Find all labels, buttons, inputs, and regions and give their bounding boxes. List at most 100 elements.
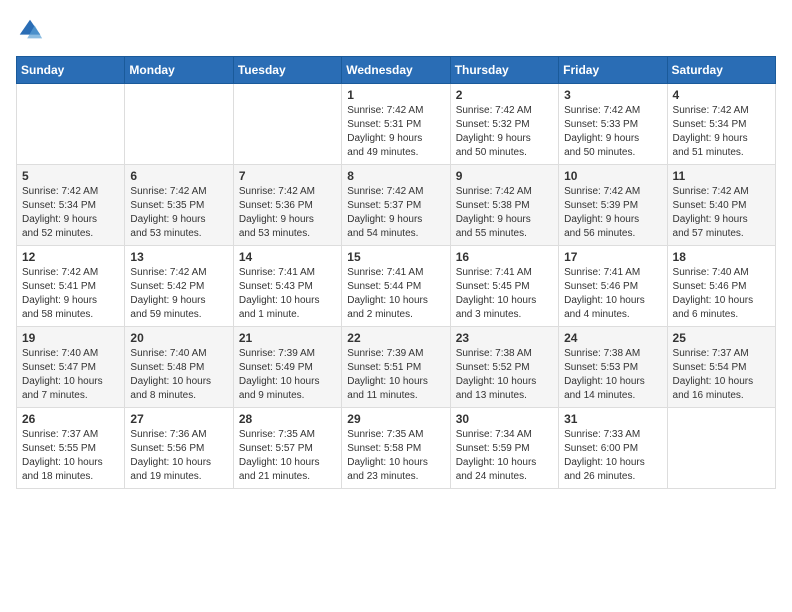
calendar-week-row: 1 Sunrise: 7:42 AM Sunset: 5:31 PM Daylig… (17, 84, 776, 165)
day-number: 10 (564, 169, 661, 183)
day-info: Sunrise: 7:41 AM Sunset: 5:46 PM Dayligh… (564, 266, 661, 322)
day-info: Sunrise: 7:39 AM Sunset: 5:49 PM Dayligh… (239, 347, 336, 403)
calendar-week-row: 26 Sunrise: 7:37 AM Sunset: 5:55 PM Dayli… (17, 408, 776, 489)
calendar-cell: 18 Sunrise: 7:40 AM Sunset: 5:46 PM Dayli… (667, 246, 775, 327)
calendar-cell: 28 Sunrise: 7:35 AM Sunset: 5:57 PM Dayli… (233, 408, 341, 489)
calendar-cell: 22Sunrise: 7:39 AM Sunset: 5:51 PM Dayli… (342, 327, 450, 408)
calendar-cell (125, 84, 233, 165)
calendar-cell: 25Sunrise: 7:37 AM Sunset: 5:54 PM Dayli… (667, 327, 775, 408)
day-info: Sunrise: 7:42 AM Sunset: 5:37 PM Dayligh… (347, 185, 444, 241)
calendar-cell: 31 Sunrise: 7:33 AM Sunset: 6:00 PM Dayli… (559, 408, 667, 489)
calendar-week-row: 12Sunrise: 7:42 AM Sunset: 5:41 PM Dayli… (17, 246, 776, 327)
day-info: Sunrise: 7:42 AM Sunset: 5:38 PM Dayligh… (456, 185, 553, 241)
calendar-cell: 5 Sunrise: 7:42 AM Sunset: 5:34 PM Daylig… (17, 165, 125, 246)
day-number: 7 (239, 169, 336, 183)
calendar-cell: 15Sunrise: 7:41 AM Sunset: 5:44 PM Dayli… (342, 246, 450, 327)
calendar-cell: 20Sunrise: 7:40 AM Sunset: 5:48 PM Dayli… (125, 327, 233, 408)
calendar-week-row: 5 Sunrise: 7:42 AM Sunset: 5:34 PM Daylig… (17, 165, 776, 246)
day-info: Sunrise: 7:42 AM Sunset: 5:33 PM Dayligh… (564, 104, 661, 160)
day-number: 23 (456, 331, 553, 345)
day-number: 29 (347, 412, 444, 426)
calendar-cell: 8 Sunrise: 7:42 AM Sunset: 5:37 PM Daylig… (342, 165, 450, 246)
day-number: 30 (456, 412, 553, 426)
weekday-header: Tuesday (233, 57, 341, 84)
weekday-header: Monday (125, 57, 233, 84)
logo-icon (16, 16, 44, 44)
day-info: Sunrise: 7:40 AM Sunset: 5:48 PM Dayligh… (130, 347, 227, 403)
calendar-cell: 11 Sunrise: 7:42 AM Sunset: 5:40 PM Dayli… (667, 165, 775, 246)
day-info: Sunrise: 7:37 AM Sunset: 5:54 PM Dayligh… (673, 347, 770, 403)
day-info: Sunrise: 7:42 AM Sunset: 5:40 PM Dayligh… (673, 185, 770, 241)
day-number: 5 (22, 169, 119, 183)
day-number: 6 (130, 169, 227, 183)
day-info: Sunrise: 7:42 AM Sunset: 5:32 PM Dayligh… (456, 104, 553, 160)
weekday-header: Thursday (450, 57, 558, 84)
day-info: Sunrise: 7:41 AM Sunset: 5:45 PM Dayligh… (456, 266, 553, 322)
calendar-cell: 23Sunrise: 7:38 AM Sunset: 5:52 PM Dayli… (450, 327, 558, 408)
calendar-cell: 4Sunrise: 7:42 AM Sunset: 5:34 PM Daylig… (667, 84, 775, 165)
calendar-cell (17, 84, 125, 165)
calendar-table: SundayMondayTuesdayWednesdayThursdayFrid… (16, 56, 776, 489)
day-number: 19 (22, 331, 119, 345)
day-info: Sunrise: 7:35 AM Sunset: 5:58 PM Dayligh… (347, 428, 444, 484)
day-number: 31 (564, 412, 661, 426)
calendar-cell: 27 Sunrise: 7:36 AM Sunset: 5:56 PM Dayli… (125, 408, 233, 489)
calendar-cell: 24 Sunrise: 7:38 AM Sunset: 5:53 PM Dayli… (559, 327, 667, 408)
weekday-header: Wednesday (342, 57, 450, 84)
calendar-cell: 21Sunrise: 7:39 AM Sunset: 5:49 PM Dayli… (233, 327, 341, 408)
day-number: 17 (564, 250, 661, 264)
day-info: Sunrise: 7:42 AM Sunset: 5:36 PM Dayligh… (239, 185, 336, 241)
day-info: Sunrise: 7:41 AM Sunset: 5:43 PM Dayligh… (239, 266, 336, 322)
calendar-week-row: 19 Sunrise: 7:40 AM Sunset: 5:47 PM Dayli… (17, 327, 776, 408)
calendar-cell: 17 Sunrise: 7:41 AM Sunset: 5:46 PM Dayli… (559, 246, 667, 327)
calendar-header-row: SundayMondayTuesdayWednesdayThursdayFrid… (17, 57, 776, 84)
day-info: Sunrise: 7:38 AM Sunset: 5:53 PM Dayligh… (564, 347, 661, 403)
calendar-cell: 3 Sunrise: 7:42 AM Sunset: 5:33 PM Daylig… (559, 84, 667, 165)
day-number: 27 (130, 412, 227, 426)
calendar-cell: 29 Sunrise: 7:35 AM Sunset: 5:58 PM Dayli… (342, 408, 450, 489)
day-info: Sunrise: 7:37 AM Sunset: 5:55 PM Dayligh… (22, 428, 119, 484)
calendar-cell: 26 Sunrise: 7:37 AM Sunset: 5:55 PM Dayli… (17, 408, 125, 489)
day-number: 2 (456, 88, 553, 102)
day-number: 24 (564, 331, 661, 345)
day-number: 13 (130, 250, 227, 264)
day-number: 1 (347, 88, 444, 102)
day-info: Sunrise: 7:33 AM Sunset: 6:00 PM Dayligh… (564, 428, 661, 484)
day-info: Sunrise: 7:36 AM Sunset: 5:56 PM Dayligh… (130, 428, 227, 484)
day-info: Sunrise: 7:42 AM Sunset: 5:31 PM Dayligh… (347, 104, 444, 160)
day-info: Sunrise: 7:35 AM Sunset: 5:57 PM Dayligh… (239, 428, 336, 484)
calendar-cell: 2 Sunrise: 7:42 AM Sunset: 5:32 PM Daylig… (450, 84, 558, 165)
calendar-cell: 30 Sunrise: 7:34 AM Sunset: 5:59 PM Dayli… (450, 408, 558, 489)
calendar-cell: 12Sunrise: 7:42 AM Sunset: 5:41 PM Dayli… (17, 246, 125, 327)
calendar-cell (233, 84, 341, 165)
calendar-cell: 9Sunrise: 7:42 AM Sunset: 5:38 PM Daylig… (450, 165, 558, 246)
day-info: Sunrise: 7:42 AM Sunset: 5:34 PM Dayligh… (22, 185, 119, 241)
calendar-cell: 13 Sunrise: 7:42 AM Sunset: 5:42 PM Dayli… (125, 246, 233, 327)
calendar-cell: 14 Sunrise: 7:41 AM Sunset: 5:43 PM Dayli… (233, 246, 341, 327)
calendar-cell: 1 Sunrise: 7:42 AM Sunset: 5:31 PM Daylig… (342, 84, 450, 165)
day-number: 26 (22, 412, 119, 426)
day-info: Sunrise: 7:40 AM Sunset: 5:46 PM Dayligh… (673, 266, 770, 322)
day-number: 16 (456, 250, 553, 264)
day-info: Sunrise: 7:42 AM Sunset: 5:41 PM Dayligh… (22, 266, 119, 322)
day-info: Sunrise: 7:34 AM Sunset: 5:59 PM Dayligh… (456, 428, 553, 484)
weekday-header: Friday (559, 57, 667, 84)
day-number: 18 (673, 250, 770, 264)
calendar-cell (667, 408, 775, 489)
day-info: Sunrise: 7:42 AM Sunset: 5:34 PM Dayligh… (673, 104, 770, 160)
logo (16, 16, 46, 44)
day-number: 28 (239, 412, 336, 426)
day-number: 11 (673, 169, 770, 183)
day-info: Sunrise: 7:42 AM Sunset: 5:39 PM Dayligh… (564, 185, 661, 241)
calendar-cell: 19 Sunrise: 7:40 AM Sunset: 5:47 PM Dayli… (17, 327, 125, 408)
day-number: 22 (347, 331, 444, 345)
calendar-cell: 7 Sunrise: 7:42 AM Sunset: 5:36 PM Daylig… (233, 165, 341, 246)
day-info: Sunrise: 7:42 AM Sunset: 5:42 PM Dayligh… (130, 266, 227, 322)
calendar-cell: 10 Sunrise: 7:42 AM Sunset: 5:39 PM Dayli… (559, 165, 667, 246)
day-number: 8 (347, 169, 444, 183)
weekday-header: Sunday (17, 57, 125, 84)
weekday-header: Saturday (667, 57, 775, 84)
day-info: Sunrise: 7:40 AM Sunset: 5:47 PM Dayligh… (22, 347, 119, 403)
day-number: 14 (239, 250, 336, 264)
day-number: 3 (564, 88, 661, 102)
